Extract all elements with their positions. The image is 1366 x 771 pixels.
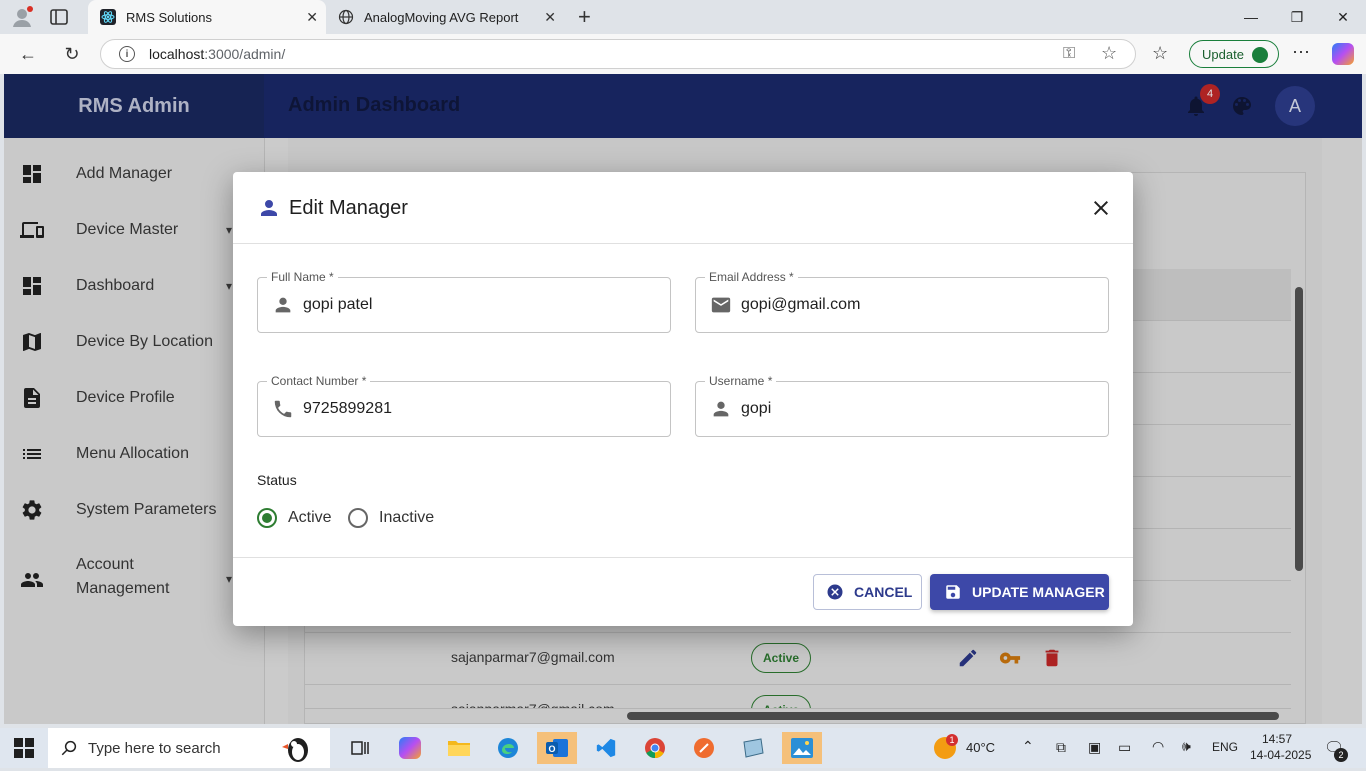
puffin-search-highlight-icon	[280, 730, 316, 766]
url-field[interactable]: i localhost:3000/admin/ ⚿ ☆	[100, 39, 1136, 69]
battery-icon[interactable]: ▭	[1118, 739, 1131, 756]
status-inactive-radio[interactable]: Inactive	[348, 508, 434, 528]
phone-icon	[272, 398, 294, 420]
dialog-title: Edit Manager	[289, 197, 408, 219]
status-option-label: Active	[288, 509, 332, 526]
copilot-icon[interactable]	[1332, 43, 1354, 65]
username-field[interactable]: Username *	[695, 374, 1109, 437]
tab-actions-icon[interactable]	[50, 9, 68, 25]
radio-checked-icon[interactable]	[257, 508, 277, 528]
tab-analog-report[interactable]: AnalogMoving AVG Report ✕	[326, 0, 564, 34]
restore-icon[interactable]: ❐	[1274, 0, 1320, 34]
new-tab-icon[interactable]: +	[578, 6, 598, 28]
more-menu-icon[interactable]: ⋯	[1292, 42, 1310, 63]
search-placeholder: Type here to search	[88, 739, 221, 757]
minimize-icon[interactable]: —	[1228, 0, 1274, 34]
wifi-icon[interactable]: ◠	[1152, 738, 1164, 755]
favorites-icon[interactable]: ☆	[1152, 43, 1168, 64]
task-view-icon[interactable]	[340, 732, 380, 764]
chevron-up-icon[interactable]: ⌃	[1022, 738, 1034, 755]
edit-manager-dialog: Edit Manager Full Name * Email Address *…	[233, 172, 1133, 626]
weather-badge: 1	[946, 734, 958, 746]
update-status-icon	[1252, 47, 1268, 63]
dialog-footer-divider	[233, 557, 1133, 558]
cancel-label: CANCEL	[854, 584, 913, 600]
vscode-icon[interactable]	[586, 732, 626, 764]
edge-icon[interactable]	[488, 732, 528, 764]
tab-title: AnalogMoving AVG Report	[364, 9, 519, 25]
site-info-icon[interactable]: i	[119, 46, 135, 62]
tab-title: RMS Solutions	[126, 9, 212, 25]
reload-icon[interactable]: ↻	[58, 40, 86, 68]
clock-time[interactable]: 14:57	[1262, 732, 1292, 746]
weather-temp: 40°C	[966, 740, 996, 755]
contact-number-label: Contact Number *	[267, 374, 371, 388]
react-icon	[100, 9, 116, 25]
profile-icon[interactable]	[10, 5, 34, 29]
svg-text:O: O	[548, 744, 555, 754]
email-icon	[710, 294, 732, 316]
address-bar-row: ← ↻ i localhost:3000/admin/ ⚿ ☆ ☆ Update…	[0, 34, 1366, 74]
contact-number-input[interactable]	[303, 400, 643, 418]
language-indicator[interactable]: ENG	[1212, 740, 1238, 754]
browser-tab-bar: RMS Solutions ✕ AnalogMoving AVG Report …	[0, 0, 1366, 34]
taskbar-search-box[interactable]: Type here to search	[48, 728, 330, 768]
person-icon	[710, 398, 732, 420]
chrome-icon[interactable]	[635, 732, 675, 764]
tab-rms-solutions[interactable]: RMS Solutions ✕	[88, 0, 326, 34]
update-label: Update	[1202, 46, 1244, 62]
status-label: Status	[257, 472, 297, 488]
back-icon[interactable]: ←	[14, 40, 42, 68]
globe-icon	[338, 9, 354, 25]
full-name-label: Full Name *	[267, 270, 338, 284]
notification-center-badge: 2	[1334, 748, 1348, 762]
close-tab-icon[interactable]: ✕	[306, 9, 318, 26]
close-tab-icon[interactable]: ✕	[544, 9, 556, 26]
email-label: Email Address *	[705, 270, 798, 284]
volume-icon[interactable]: 🕪	[1182, 738, 1191, 755]
update-label: UPDATE MANAGER	[972, 584, 1105, 600]
close-icon[interactable]	[1089, 196, 1113, 220]
dialog-header: Edit Manager	[233, 172, 1133, 244]
bookmark-star-icon[interactable]: ☆	[1101, 43, 1117, 64]
full-name-input[interactable]	[303, 296, 643, 314]
cancel-circle-icon	[826, 583, 844, 601]
close-window-icon[interactable]: ✕	[1320, 0, 1366, 34]
meet-now-icon[interactable]: ⧉	[1056, 739, 1066, 756]
windows-taskbar: Type here to search O 1 40°C ⌃ ⧉ ▣ ▭ ◠ 🕪…	[0, 728, 1366, 768]
email-input[interactable]	[741, 296, 1081, 314]
username-input[interactable]	[741, 400, 1081, 418]
clock-date[interactable]: 14-04-2025	[1250, 748, 1311, 762]
display-icon[interactable]: ▣	[1088, 739, 1101, 756]
person-icon	[257, 196, 281, 220]
copilot-taskbar-icon[interactable]	[390, 732, 430, 764]
radio-unchecked-icon[interactable]	[348, 508, 368, 528]
photos-icon[interactable]	[782, 732, 822, 764]
windows-start-icon[interactable]	[14, 738, 34, 758]
status-option-label: Inactive	[379, 509, 435, 526]
save-icon	[944, 583, 962, 601]
password-key-icon[interactable]: ⚿	[1063, 45, 1075, 63]
postman-icon[interactable]	[684, 732, 724, 764]
outlook-icon[interactable]: O	[537, 732, 577, 764]
app-window-icon[interactable]	[733, 732, 773, 764]
email-field[interactable]: Email Address *	[695, 270, 1109, 333]
url-host: localhost	[149, 46, 205, 62]
contact-number-field[interactable]: Contact Number *	[257, 374, 671, 437]
full-name-field[interactable]: Full Name *	[257, 270, 671, 333]
search-icon	[60, 739, 78, 757]
file-explorer-icon[interactable]	[439, 732, 479, 764]
url-path: :3000/admin/	[204, 46, 286, 62]
browser-update-button[interactable]: Update	[1189, 40, 1279, 68]
person-icon	[272, 294, 294, 316]
status-active-radio[interactable]: Active	[257, 508, 332, 528]
update-manager-button[interactable]: UPDATE MANAGER	[930, 574, 1109, 610]
username-label: Username *	[705, 374, 777, 388]
cancel-button[interactable]: CANCEL	[813, 574, 922, 610]
